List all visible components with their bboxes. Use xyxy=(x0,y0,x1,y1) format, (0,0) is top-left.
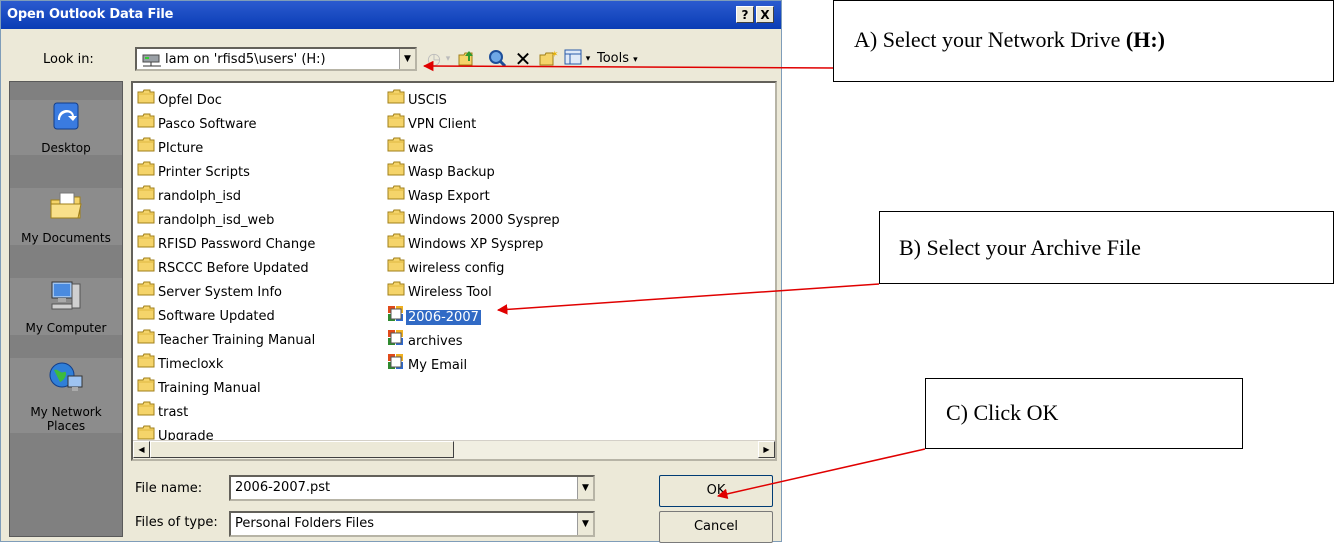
arrow-c xyxy=(716,448,926,500)
arrow-b xyxy=(496,283,880,315)
arrow-a xyxy=(422,60,834,72)
annotation-arrows xyxy=(422,60,926,500)
